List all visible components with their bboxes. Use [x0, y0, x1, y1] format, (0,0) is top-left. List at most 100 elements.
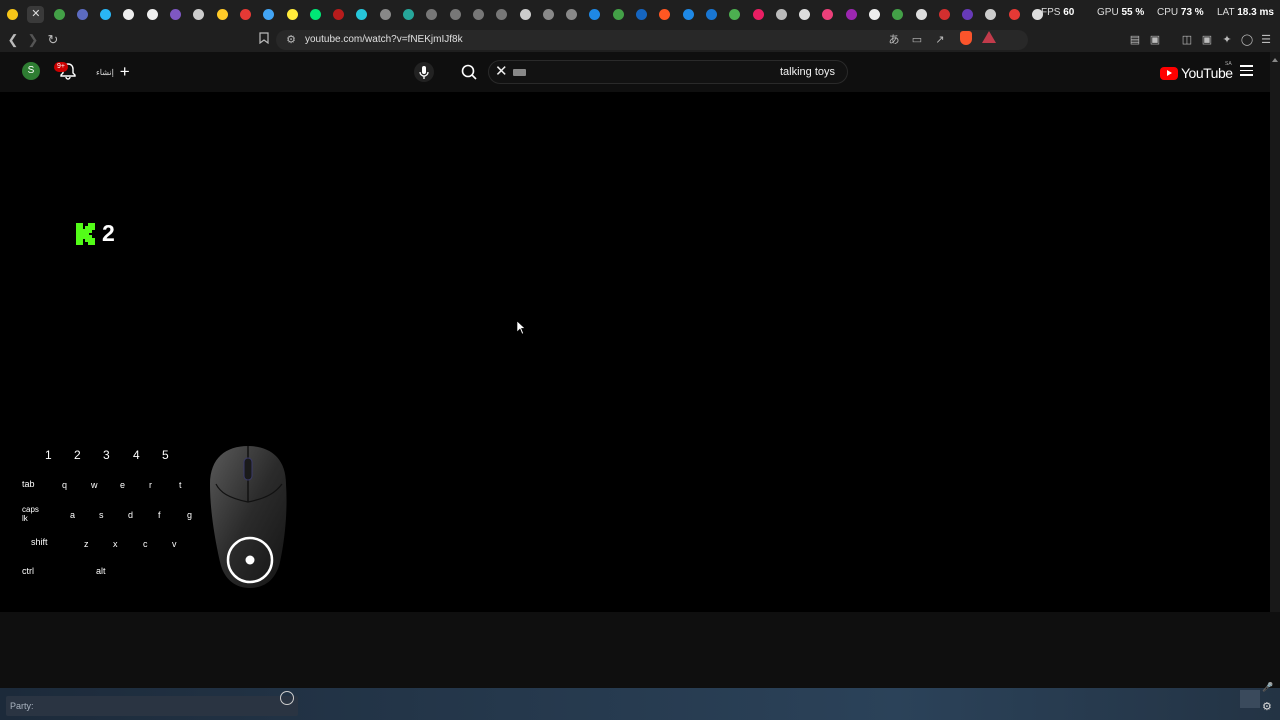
close-tab-icon[interactable]: ✕	[31, 8, 40, 20]
search-input[interactable]	[635, 66, 835, 78]
active-tab[interactable]: ✕	[27, 5, 45, 23]
tab-favicon-icon	[286, 8, 298, 20]
kick-channel-logo: 2	[75, 220, 115, 247]
site-info-icon[interactable]: ⚙	[284, 33, 298, 47]
video-player[interactable]: 2 1 2 3 4 5 tab q w e r t a s d f g shift z x c v ctrl alt caps…	[0, 92, 1270, 612]
browser-tab[interactable]	[400, 6, 417, 23]
browser-tab[interactable]	[959, 6, 976, 23]
key-x: x	[113, 539, 118, 549]
browser-tab[interactable]	[913, 6, 930, 23]
back-icon[interactable]: ❮	[5, 32, 21, 48]
browser-tab[interactable]	[493, 6, 510, 23]
browser-tab[interactable]	[936, 6, 953, 23]
address-bar[interactable]: ⚙ youtube.com/watch?v=fNEKjmIJf8k あ ▭ ↗	[276, 30, 1028, 50]
browser-tab[interactable]	[353, 6, 370, 23]
browser-tab[interactable]	[190, 6, 207, 23]
browser-tab[interactable]	[819, 6, 836, 23]
wallet-icon[interactable]: ▣	[1200, 33, 1214, 47]
browser-tab[interactable]	[470, 6, 487, 23]
share-icon[interactable]: ↗	[933, 33, 947, 47]
tab-favicon-icon	[868, 8, 880, 20]
browser-tab[interactable]	[167, 6, 184, 23]
browser-tab[interactable]	[703, 6, 720, 23]
browser-tab[interactable]	[796, 6, 813, 23]
page-scrollbar[interactable]	[1270, 52, 1280, 612]
youtube-logo[interactable]: YouTube SA	[1160, 61, 1233, 81]
bookmark-icon[interactable]	[256, 32, 272, 48]
forward-icon[interactable]: ❯	[25, 32, 41, 48]
browser-tab[interactable]	[586, 6, 603, 23]
cast-icon[interactable]: ▭	[910, 33, 924, 47]
extensions-icon[interactable]: ▤	[1128, 33, 1142, 47]
brave-rewards-icon[interactable]	[982, 31, 996, 43]
browser-tab[interactable]	[563, 6, 580, 23]
browser-tab[interactable]	[680, 6, 697, 23]
key-alt: alt	[96, 566, 106, 576]
search-box[interactable]: ✕	[488, 60, 848, 84]
tab-favicon-icon	[7, 8, 18, 20]
create-button[interactable]: إنشاء +	[96, 63, 130, 80]
browser-tab[interactable]	[97, 6, 114, 23]
guide-menu-icon[interactable]	[1240, 65, 1253, 76]
key-e: e	[120, 480, 126, 490]
browser-tab[interactable]	[1006, 6, 1023, 23]
tab-favicon-icon	[449, 8, 461, 20]
browser-tab[interactable]	[120, 6, 137, 23]
browser-tab[interactable]	[610, 6, 627, 23]
tab-favicon-icon	[589, 8, 601, 20]
reload-icon[interactable]: ↻	[45, 32, 61, 48]
tab-favicon-icon	[612, 8, 624, 20]
voice-search-button[interactable]	[414, 62, 434, 82]
browser-tab[interactable]	[51, 6, 68, 23]
party-settings-icon[interactable]	[280, 691, 294, 705]
browser-tab[interactable]	[260, 6, 277, 23]
search-button[interactable]	[458, 62, 480, 82]
browser-tab[interactable]	[237, 6, 254, 23]
browser-tab[interactable]	[377, 6, 394, 23]
browser-tab[interactable]	[982, 6, 999, 23]
browser-tab[interactable]	[330, 6, 347, 23]
vpn-icon[interactable]: ◯	[1240, 33, 1254, 47]
brave-shields-icon[interactable]	[960, 31, 972, 45]
party-input[interactable]: Party:	[6, 696, 298, 716]
browser-tab[interactable]	[726, 6, 743, 23]
scroll-up-arrow-icon[interactable]	[1272, 58, 1278, 62]
party-window-button[interactable]	[1240, 690, 1260, 708]
tab-favicon-icon	[985, 8, 997, 20]
browser-tab[interactable]	[4, 6, 21, 23]
browser-tab[interactable]	[423, 6, 440, 23]
tab-favicon-icon	[636, 8, 648, 20]
tab-favicon-icon	[123, 8, 135, 20]
browser-tab[interactable]	[843, 6, 860, 23]
key-tab: tab	[22, 479, 35, 489]
browser-tab[interactable]	[656, 6, 673, 23]
microphone-status-icon[interactable]: 🎤	[1262, 682, 1273, 693]
browser-tab[interactable]	[214, 6, 231, 23]
browser-tab[interactable]	[540, 6, 557, 23]
browser-tab[interactable]	[307, 6, 324, 23]
translate-icon[interactable]: あ	[887, 33, 901, 47]
menu-icon[interactable]: ☰	[1259, 33, 1273, 47]
browser-tab[interactable]	[284, 6, 301, 23]
tab-favicon-icon	[100, 8, 112, 20]
browser-tab[interactable]	[866, 6, 883, 23]
gpu-readout: GPU 55 %	[1097, 7, 1145, 18]
browser-tab[interactable]	[889, 6, 906, 23]
leo-ai-icon[interactable]: ✦	[1220, 33, 1234, 47]
youtube-masthead: S 9+ إنشاء + ✕ YouTube SA	[0, 52, 1280, 92]
avatar[interactable]: S	[22, 62, 40, 80]
browser-tab[interactable]	[750, 6, 767, 23]
browser-tab[interactable]	[773, 6, 790, 23]
sidebar-icon[interactable]: ◫	[1180, 33, 1194, 47]
browser-tab[interactable]	[74, 6, 91, 23]
settings-gear-icon[interactable]: ⚙	[1262, 700, 1272, 713]
clear-search-icon[interactable]: ✕	[495, 63, 508, 81]
keyboard-icon[interactable]	[513, 69, 526, 76]
screenshot-icon[interactable]: ▣	[1148, 33, 1162, 47]
browser-tab[interactable]	[517, 6, 534, 23]
browser-tab[interactable]	[633, 6, 650, 23]
tab-favicon-icon	[729, 8, 741, 20]
browser-tab[interactable]	[144, 6, 161, 23]
browser-tab[interactable]	[447, 6, 464, 23]
mouse-cursor-icon	[517, 321, 525, 334]
